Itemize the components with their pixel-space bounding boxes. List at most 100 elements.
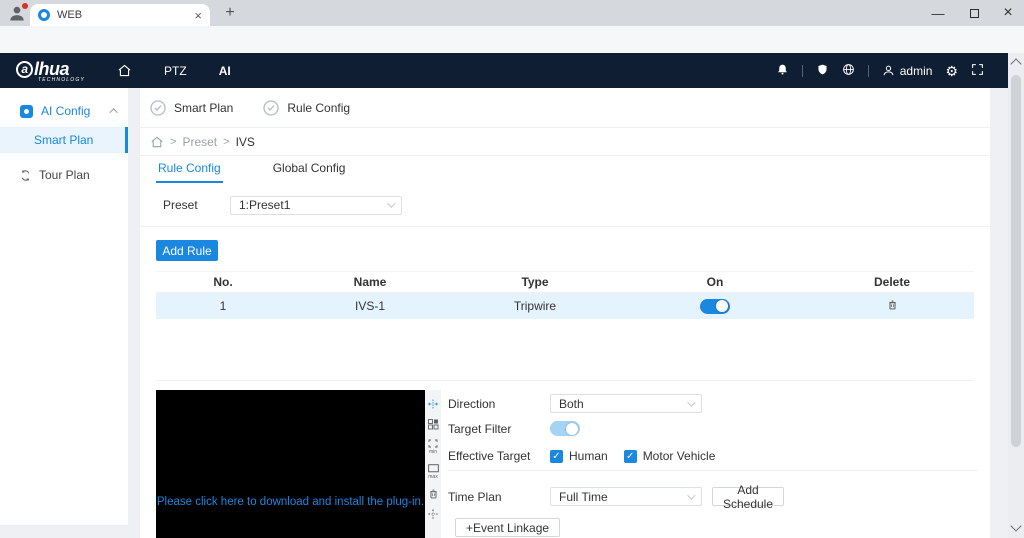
preset-select[interactable]: 1:Preset1	[230, 195, 402, 215]
window-maximize-button[interactable]	[956, 0, 992, 26]
alarm-bell-button[interactable]	[776, 63, 789, 79]
browser-tab-title: WEB	[57, 9, 83, 21]
checkbox-label: Human	[569, 449, 608, 463]
checkbox-motor-vehicle[interactable]: ✓	[623, 449, 637, 463]
column-header-delete: Delete	[873, 275, 911, 289]
trash-icon	[429, 489, 437, 499]
chevron-down-icon	[687, 397, 696, 407]
browser-toolbar: ← ⚠ 不安全 | 192.168.1.108/#/index/AIConfig…	[0, 26, 1024, 77]
step-label: Rule Config	[287, 100, 351, 115]
max-size-tool[interactable]: max	[427, 463, 440, 480]
add-schedule-button[interactable]: Add Schedule	[712, 483, 784, 511]
settings-divider	[448, 470, 978, 471]
tab-close-icon[interactable]: ×	[194, 9, 202, 22]
home-nav-button[interactable]	[117, 63, 132, 78]
logo-subtitle: TECHNOLOGY	[38, 76, 86, 83]
delete-drawing-tool[interactable]	[428, 488, 439, 500]
settings-gear-button[interactable]: ⚙	[945, 64, 958, 78]
chevron-up-icon	[109, 108, 118, 117]
checkbox-human[interactable]: ✓	[550, 449, 563, 463]
fullscreen-button[interactable]	[971, 63, 984, 79]
sidebar-item-label: Smart Plan	[34, 133, 94, 147]
shield-icon	[818, 64, 827, 74]
time-plan-selected-value: Full Time	[559, 489, 608, 504]
time-plan-label: Time Plan	[448, 489, 502, 504]
column-header-on: On	[706, 275, 724, 289]
nav-tab-ptz[interactable]: PTZ	[164, 64, 187, 78]
min-size-tool[interactable]: min	[427, 438, 439, 455]
security-shield-button[interactable]	[816, 63, 829, 79]
breadcrumb-separator: >	[223, 135, 230, 148]
header-divider	[867, 64, 869, 77]
breadcrumb-separator: >	[170, 135, 177, 148]
breadcrumb-home-icon[interactable]	[150, 135, 164, 149]
preset-selected-value: 1:Preset1	[239, 198, 291, 212]
browser-profile-button[interactable]	[7, 3, 29, 23]
breadcrumb: > Preset > IVS	[140, 128, 990, 156]
direction-row: Direction Both	[448, 394, 702, 413]
rules-table: No. Name Type On Delete 1 IVS-1 Tripwire	[156, 271, 974, 381]
direction-selected-value: Both	[559, 396, 584, 411]
sidebar: AI Config Smart Plan Tour Plan	[0, 88, 128, 525]
sidebar-item-label: Tour Plan	[39, 168, 90, 182]
column-header-name: Name	[353, 275, 387, 289]
grid-squares-icon	[428, 419, 439, 430]
breadcrumb-item-preset[interactable]: Preset	[182, 135, 217, 149]
target-option-motor-vehicle[interactable]: ✓ Motor Vehicle	[623, 449, 716, 463]
nav-tab-ai[interactable]: AI	[219, 64, 231, 78]
user-icon	[883, 65, 894, 76]
fullscreen-icon	[972, 63, 983, 75]
bell-icon	[777, 64, 787, 75]
cell-no: 1	[219, 299, 227, 313]
max-size-icon	[427, 464, 439, 473]
dahua-logo: a lhua TECHNOLOGY	[16, 59, 85, 83]
scrollbar-thumb[interactable]	[1011, 75, 1021, 447]
window-close-button[interactable]: ×	[990, 0, 1024, 26]
target-option-human[interactable]: ✓ Human	[550, 449, 608, 463]
step-rule-config[interactable]: Rule Config	[263, 99, 351, 116]
site-favicon-icon	[38, 9, 50, 21]
draw-tripwire-tool[interactable]	[427, 398, 439, 410]
ai-config-icon	[20, 104, 33, 118]
effective-target-row: Effective Target ✓ Human ✓ Motor Vehicle	[448, 449, 715, 463]
direction-select[interactable]: Both	[550, 394, 702, 413]
event-linkage-button[interactable]: +Event Linkage	[455, 518, 561, 537]
window-minimize-button[interactable]: —	[920, 0, 956, 26]
logo-circle-letter: a	[16, 60, 33, 78]
tab-global-config[interactable]: Global Config	[271, 161, 348, 183]
chevron-down-icon	[387, 199, 396, 208]
header-divider	[801, 64, 803, 77]
language-globe-button[interactable]	[842, 63, 855, 79]
sidebar-group-ai-config[interactable]: AI Config	[20, 100, 118, 122]
home-icon	[118, 64, 131, 77]
profile-alert-dot	[22, 3, 28, 9]
plugin-download-link[interactable]: Please click here to download and instal…	[156, 496, 425, 508]
rule-list-tool[interactable]	[427, 418, 439, 430]
pan-move-tool[interactable]	[427, 508, 439, 520]
new-tab-button[interactable]: +	[219, 2, 241, 24]
delete-rule-button[interactable]	[887, 299, 898, 311]
chevron-down-icon	[687, 490, 696, 500]
user-menu[interactable]: admin	[882, 64, 932, 78]
cell-name: IVS-1	[354, 299, 385, 313]
target-filter-toggle[interactable]	[550, 421, 580, 436]
target-filter-row: Target Filter	[448, 421, 580, 436]
table-row[interactable]: 1 IVS-1 Tripwire	[156, 293, 974, 319]
app-header: a lhua TECHNOLOGY PTZ AI admin ⚙	[0, 53, 1008, 88]
checkbox-label: Motor Vehicle	[642, 449, 716, 463]
column-header-type: Type	[521, 275, 549, 289]
time-plan-select[interactable]: Full Time	[550, 487, 702, 506]
globe-icon	[842, 63, 854, 75]
add-rule-button[interactable]: Add Rule	[156, 240, 218, 261]
effective-target-label: Effective Target	[448, 449, 531, 463]
step-smart-plan[interactable]: Smart Plan	[150, 99, 233, 116]
tripwire-line-icon	[428, 399, 438, 409]
rule-on-toggle[interactable]	[700, 298, 730, 314]
browser-tab[interactable]: WEB ×	[30, 4, 210, 26]
sidebar-item-tour-plan[interactable]: Tour Plan	[0, 162, 128, 188]
sidebar-group-label: AI Config	[41, 104, 91, 118]
tab-rule-config[interactable]: Rule Config	[156, 161, 223, 183]
cell-type: Tripwire	[513, 299, 557, 313]
preset-label: Preset	[163, 198, 198, 212]
sidebar-item-smart-plan[interactable]: Smart Plan	[0, 127, 128, 153]
